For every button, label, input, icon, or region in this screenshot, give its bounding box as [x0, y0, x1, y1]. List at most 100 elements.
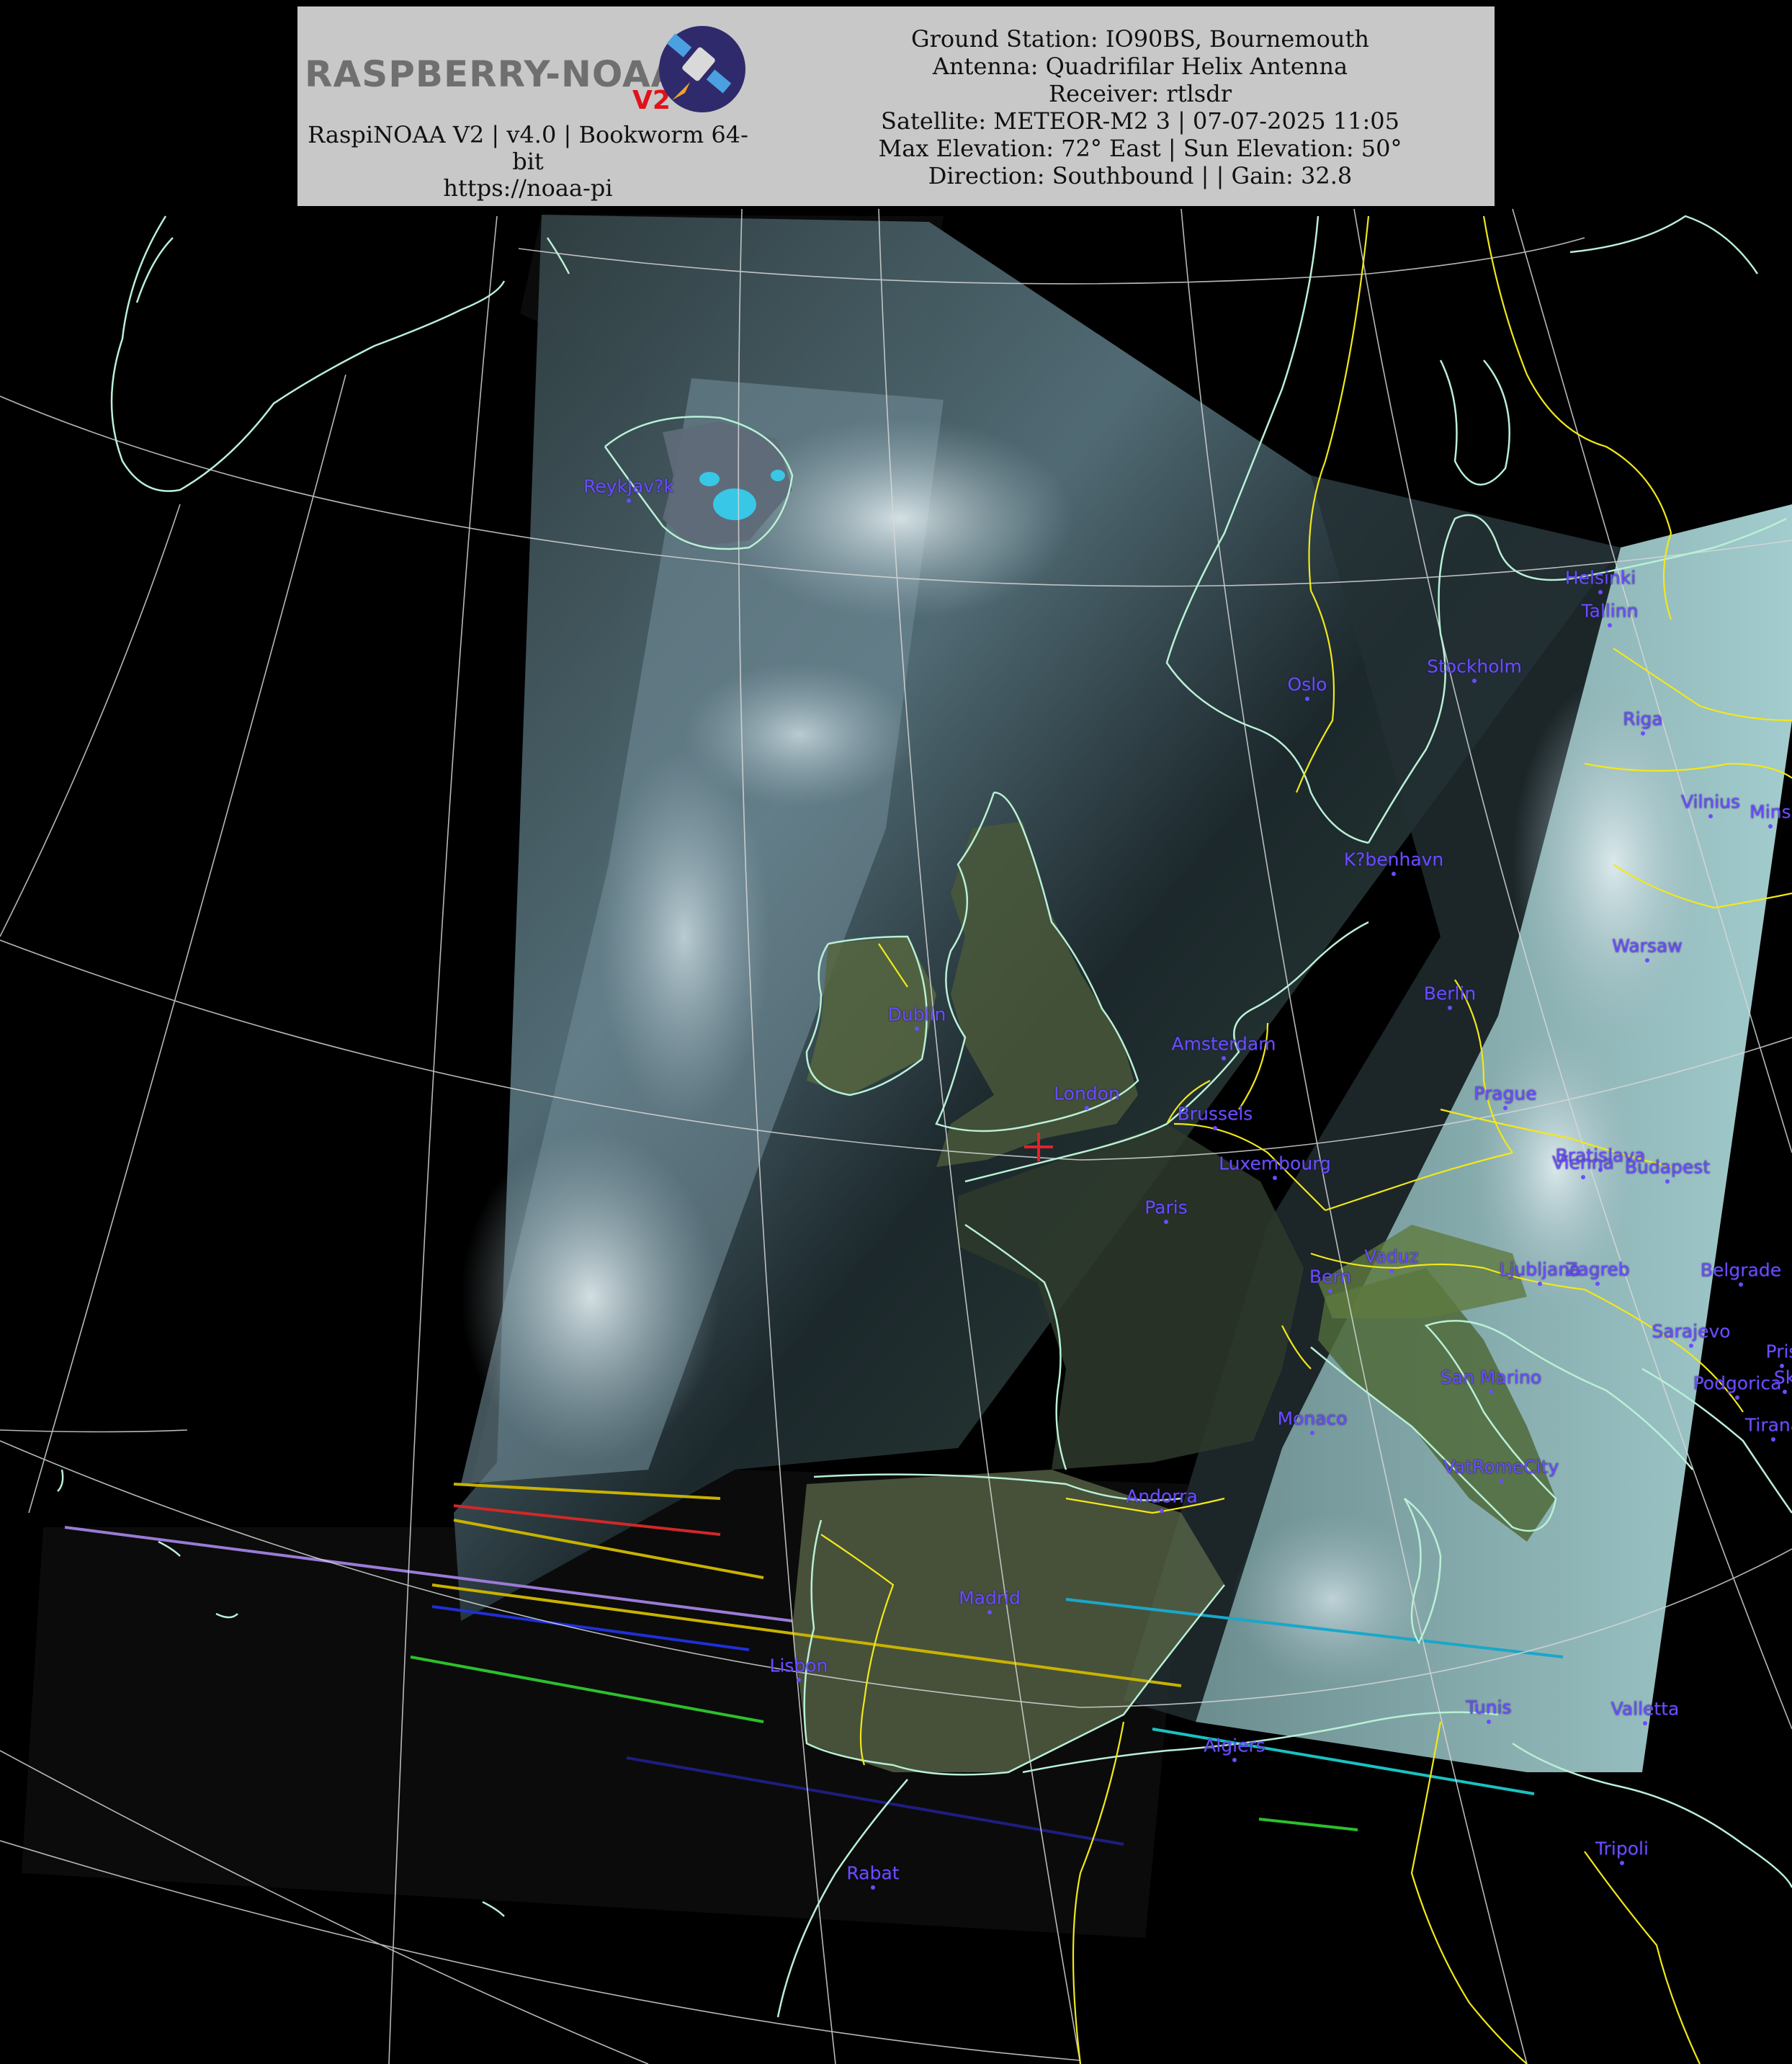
city-marker: [1608, 623, 1612, 627]
city-marker: [1665, 1179, 1670, 1184]
city-label: London: [1054, 1083, 1120, 1104]
city-label: San Marino: [1440, 1367, 1542, 1388]
city-label: Tunis: [1466, 1697, 1512, 1718]
city-marker: [1389, 1269, 1394, 1273]
city-marker: [1641, 731, 1645, 736]
city-marker: [1489, 1390, 1493, 1394]
cloud-swirl: [1232, 1513, 1433, 1686]
city-marker: [1222, 1056, 1226, 1060]
city-marker: [1771, 1437, 1775, 1442]
city-marker: [1708, 814, 1713, 818]
city-marker: [1273, 1176, 1277, 1180]
city-marker: [987, 1610, 992, 1614]
iceland-glacier: [713, 488, 756, 520]
city-label: Andorra: [1126, 1486, 1198, 1507]
city-marker: [1328, 1289, 1332, 1293]
cloud-swirl: [684, 663, 915, 807]
city-label: Mins: [1750, 801, 1791, 823]
city-marker: [1735, 1395, 1739, 1400]
receiver-line: Receiver: rtlsdr: [1049, 80, 1232, 107]
station-software-info: RaspiNOAA V2 | v4.0 | Bookworm 64- bit h…: [297, 122, 758, 202]
city-label: Warsaw: [1612, 935, 1683, 957]
city-marker: [1499, 1479, 1503, 1483]
city-marker: [1085, 1106, 1089, 1110]
software-url: https://noaa-pi: [443, 174, 613, 202]
logo: RASPBERRY-NOAA V2: [301, 17, 748, 125]
city-marker: [1739, 1282, 1743, 1287]
city-marker: [1581, 1175, 1585, 1179]
city-marker: [1232, 1758, 1237, 1762]
satellite-map: [0, 208, 1792, 2064]
city-label: Helsinki: [1564, 567, 1636, 589]
city-label: Brussels: [1177, 1103, 1253, 1125]
city-label: Paris: [1144, 1197, 1188, 1218]
city-label: Tirana: [1744, 1414, 1792, 1436]
city-marker: [1643, 1721, 1647, 1725]
city-label: Prague: [1474, 1083, 1537, 1104]
header-panel: RASPBERRY-NOAA V2 RaspiNOAA V2 | v4.0 | …: [297, 6, 1495, 206]
satellite-line: Satellite: METEOR-M2 3 | 07-07-2025 11:0…: [881, 107, 1399, 135]
city-label: Vilnius: [1680, 791, 1741, 813]
city-label: Dublin: [887, 1004, 946, 1025]
city-marker: [1595, 1282, 1600, 1286]
iceland-glacier: [771, 470, 785, 481]
city-label: Sk: [1773, 1367, 1792, 1388]
city-marker: [1645, 958, 1649, 962]
city-marker: [915, 1027, 919, 1031]
city-marker: [1392, 872, 1396, 876]
city-marker: [1598, 590, 1603, 594]
city-marker: [1620, 1861, 1624, 1865]
city-marker: [797, 1678, 801, 1682]
antenna-line: Antenna: Quadrifilar Helix Antenna: [932, 53, 1348, 80]
cloud-swirl: [461, 1131, 720, 1462]
city-label: Luxembourg: [1219, 1153, 1331, 1174]
direction-gain-line: Direction: Southbound | | Gain: 32.8: [928, 162, 1353, 189]
city-marker: [1310, 1431, 1314, 1435]
city-marker: [1487, 1720, 1491, 1724]
ground-station-line: Ground Station: IO90BS, Bournemouth: [911, 25, 1369, 53]
elevation-line: Max Elevation: 72° East | Sun Elevation:…: [878, 135, 1402, 162]
city-label: VatRomeCity: [1443, 1456, 1559, 1478]
city-label: Vienna: [1552, 1152, 1614, 1174]
city-marker: [1213, 1126, 1217, 1130]
city-label: Stockholm: [1427, 656, 1522, 677]
pass-details: Ground Station: IO90BS, Bournemouth Ante…: [816, 25, 1464, 189]
city-label: Berlin: [1423, 983, 1477, 1004]
city-marker: [871, 1885, 875, 1890]
city-label: Tripoli: [1595, 1838, 1649, 1859]
city-label: Pris: [1765, 1341, 1792, 1362]
city-marker: [1768, 824, 1773, 828]
city-label: Vaduz: [1364, 1246, 1419, 1267]
city-marker: [1448, 1006, 1452, 1010]
city-label: Podgorica: [1693, 1372, 1782, 1394]
city-label: Sarajevo: [1652, 1321, 1731, 1342]
city-label: Oslo: [1287, 674, 1327, 695]
city-marker: [1689, 1344, 1693, 1348]
city-label: Bern: [1309, 1266, 1352, 1287]
city-label: Algiers: [1204, 1735, 1265, 1756]
city-marker: [1472, 679, 1477, 683]
city-label: Tallinn: [1581, 600, 1639, 622]
cloud-swirl: [598, 749, 771, 1124]
city-label: Monaco: [1277, 1408, 1348, 1429]
city-marker: [1538, 1282, 1542, 1286]
city-label: Budapest: [1624, 1156, 1711, 1178]
city-marker: [1160, 1509, 1164, 1513]
city-label: Madrid: [959, 1587, 1021, 1609]
software-version-line: RaspiNOAA V2 | v4.0 | Bookworm 64-: [308, 121, 748, 148]
city-marker: [1305, 697, 1309, 701]
city-label: Zagreb: [1565, 1259, 1630, 1280]
city-label: Lisbon: [769, 1655, 828, 1676]
city-marker: [1503, 1106, 1507, 1110]
city-marker: [627, 499, 631, 503]
city-label: Amsterdam: [1171, 1033, 1276, 1055]
city-marker: [1783, 1390, 1787, 1394]
city-label: Riga: [1623, 708, 1663, 730]
city-label: K?benhavn: [1343, 849, 1444, 870]
city-label: Rabat: [846, 1862, 900, 1884]
software-version-line: bit: [512, 148, 544, 175]
city-label: Reykjav?k: [583, 475, 674, 497]
city-label: Belgrade: [1700, 1259, 1782, 1281]
logo-text: RASPBERRY-NOAA: [305, 53, 680, 95]
city-marker: [1164, 1220, 1168, 1224]
